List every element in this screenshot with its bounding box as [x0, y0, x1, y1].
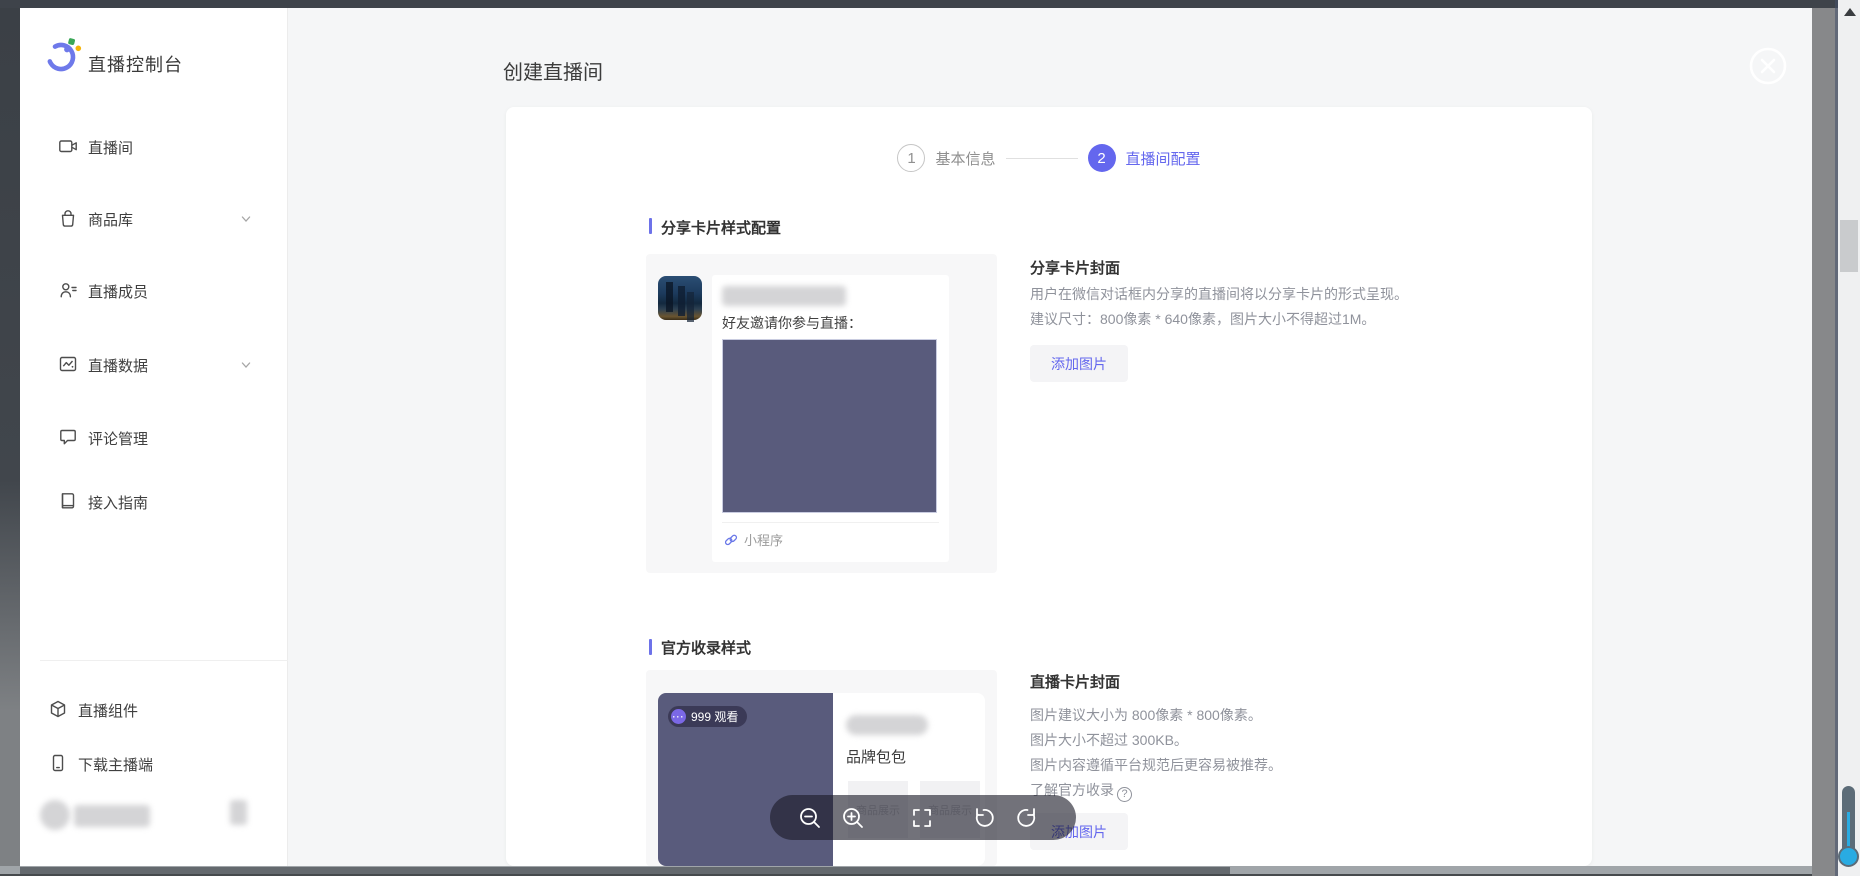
comment-icon: [58, 427, 78, 447]
viewer-count-text: 999 观看: [691, 708, 738, 725]
step-label: 基本信息: [935, 148, 995, 169]
sidebar-item-comment-management[interactable]: 评论管理: [20, 424, 288, 452]
step-number: 2: [1088, 144, 1116, 172]
page-viewport: 直播控制台 直播间 商品库 直播成员: [20, 8, 1812, 866]
rotate-left-icon[interactable]: [970, 805, 996, 831]
app-logo-icon: [42, 35, 84, 77]
sidebar-item-label: 直播间: [88, 137, 133, 158]
viewer-count-badge: ··· 999 观看: [668, 706, 747, 727]
sidebar-item-live-members[interactable]: 直播成员: [20, 277, 288, 305]
remote-cursor-bulb: [1838, 846, 1859, 867]
video-camera-icon: [58, 136, 78, 156]
product-name: 品牌包包: [846, 746, 906, 767]
share-cover-desc-2: 建议尺寸：800像素 * 640像素，图片大小不得超过1M。: [1030, 309, 1375, 329]
step-number: 1: [897, 144, 925, 172]
sidebar-item-label: 接入指南: [88, 492, 148, 513]
sidebar-item-live-room[interactable]: 直播间: [20, 133, 288, 161]
sidebar-item-label: 直播成员: [88, 281, 148, 302]
close-icon[interactable]: [1748, 46, 1788, 86]
sidebar-item-label: 下载主播端: [78, 754, 153, 775]
live-status-icon: ···: [671, 709, 686, 724]
mini-program-footer: 小程序: [724, 530, 783, 549]
live-cover-desc-1: 图片建议大小为 800像素 * 800像素。: [1030, 705, 1262, 725]
sidebar-item-label: 直播数据: [88, 355, 148, 376]
sidebar-item-product-library[interactable]: 商品库: [20, 205, 288, 233]
step-connector: [1006, 158, 1078, 159]
sidebar-item-label: 商品库: [88, 209, 133, 230]
chevron-down-icon: [238, 357, 254, 373]
official-section-heading: 官方收录样式: [661, 637, 751, 658]
horizontal-scrollbar-thumb[interactable]: [20, 867, 1230, 874]
page-title: 创建直播间: [503, 56, 603, 85]
cube-icon: [48, 699, 68, 719]
step-indicator: 1 基本信息 2 直播间配置: [506, 144, 1592, 172]
step-label: 直播间配置: [1126, 148, 1201, 169]
shopping-bag-icon: [58, 208, 78, 228]
live-card-detail: 品牌包包 商品展示 商品展示: [833, 693, 985, 866]
sidebar-item-integration-guide[interactable]: 接入指南: [20, 488, 288, 516]
sidebar-item-label: 评论管理: [88, 428, 148, 449]
scrollbar-up-arrow-icon[interactable]: [1844, 8, 1856, 16]
user-extra-redacted: [230, 800, 247, 825]
section-accent-bar: [649, 639, 652, 655]
app-title: 直播控制台: [88, 51, 183, 77]
vertical-scrollbar-track[interactable]: [1838, 0, 1860, 876]
screen: 直播控制台 直播间 商品库 直播成员: [0, 0, 1860, 876]
mini-program-label: 小程序: [744, 530, 783, 549]
chevron-down-icon: [238, 211, 254, 227]
invite-text: 好友邀请你参与直播：: [722, 313, 862, 333]
user-avatar[interactable]: [40, 800, 70, 830]
chart-icon: [58, 354, 78, 374]
section-accent-bar: [649, 218, 652, 234]
sidebar-item-live-components[interactable]: 直播组件: [20, 696, 288, 724]
members-icon: [58, 280, 78, 300]
sender-name-redacted: [722, 286, 846, 306]
step-room-config: 2 直播间配置: [1088, 144, 1201, 172]
window-frame-top: [0, 0, 1838, 8]
add-share-image-button[interactable]: 添加图片: [1030, 345, 1128, 382]
live-title-redacted: [846, 715, 928, 735]
share-cover-placeholder: [722, 339, 937, 513]
sidebar-item-live-data[interactable]: 直播数据: [20, 351, 288, 379]
image-toolbar: [770, 795, 1076, 840]
rotate-right-icon[interactable]: [1015, 805, 1041, 831]
chat-card-divider: [722, 522, 939, 523]
step-basic-info: 1 基本信息: [897, 144, 995, 172]
window-frame-left: [0, 8, 20, 866]
live-cover-placeholder: ··· 999 观看: [658, 693, 833, 866]
vertical-scrollbar-thumb[interactable]: [1840, 220, 1858, 272]
share-card-preview-panel: 好友邀请你参与直播： 小程序: [646, 254, 997, 573]
share-card-section-heading: 分享卡片样式配置: [661, 217, 781, 238]
live-cover-desc-3: 图片内容遵循平台规范后更容易被推荐。: [1030, 755, 1282, 775]
sidebar-item-download-host-app[interactable]: 下载主播端: [20, 750, 288, 778]
share-cover-title: 分享卡片封面: [1030, 257, 1120, 278]
guide-icon: [58, 491, 78, 511]
share-cover-desc-1: 用户在微信对话框内分享的直播间将以分享卡片的形式呈现。: [1030, 284, 1408, 304]
live-cover-desc-2: 图片大小不超过 300KB。: [1030, 730, 1188, 750]
live-cover-title: 直播卡片封面: [1030, 671, 1120, 692]
help-icon[interactable]: ?: [1117, 787, 1132, 802]
zoom-out-icon[interactable]: [797, 805, 823, 831]
zoom-in-icon[interactable]: [840, 805, 866, 831]
fullscreen-icon[interactable]: [909, 805, 935, 831]
user-name-redacted: [74, 805, 150, 827]
phone-icon: [48, 753, 68, 773]
link-icon: [724, 533, 738, 547]
share-chat-card: 好友邀请你参与直播： 小程序: [712, 275, 949, 562]
sidebar-item-label: 直播组件: [78, 700, 138, 721]
sender-avatar-image: [658, 276, 702, 320]
sidebar: 直播控制台 直播间 商品库 直播成员: [20, 8, 288, 866]
sidebar-divider: [40, 660, 288, 661]
